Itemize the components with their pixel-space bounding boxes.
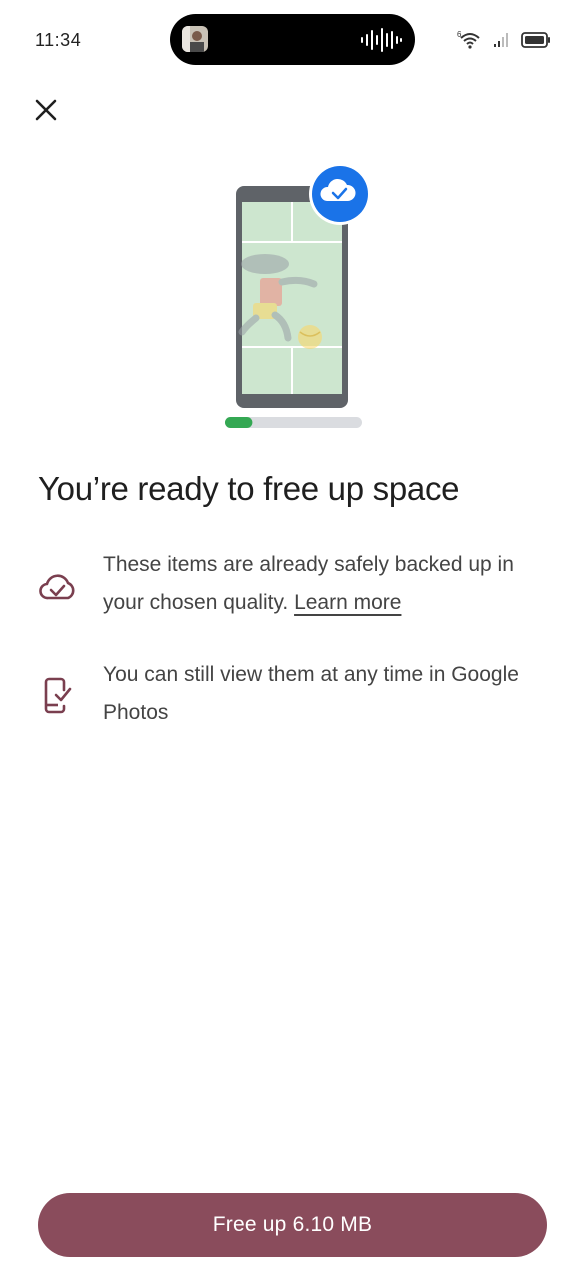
battery-icon	[521, 32, 550, 48]
cloud-check-outline-icon	[39, 574, 75, 600]
free-up-space-button[interactable]: Free up 6.10 MB	[38, 1193, 547, 1257]
caller-avatar	[182, 26, 208, 52]
info-text-backed-up: These items are already safely backed up…	[103, 546, 543, 622]
info-row-backed-up: These items are already safely backed up…	[38, 546, 548, 626]
close-button[interactable]	[26, 90, 66, 130]
close-icon	[35, 99, 57, 121]
learn-more-link[interactable]: Learn more	[294, 591, 401, 614]
status-time: 11:34	[35, 30, 82, 50]
status-bar: 11:34 6	[0, 0, 585, 80]
info-text-view-anytime: You can still view them at any time in G…	[103, 663, 519, 724]
cloud-check-icon	[309, 163, 371, 225]
dynamic-island	[170, 14, 415, 65]
cellular-signal-icon	[494, 33, 508, 47]
phone-check-icon	[44, 677, 72, 714]
page-title: You’re ready to free up space	[38, 470, 460, 507]
phone-backup-illustration	[220, 160, 375, 435]
status-icons: 6	[457, 26, 551, 54]
audio-waveform-icon	[361, 28, 402, 52]
info-row-view-anytime: You can still view them at any time in G…	[38, 656, 548, 736]
wifi-icon: 6	[457, 30, 480, 49]
